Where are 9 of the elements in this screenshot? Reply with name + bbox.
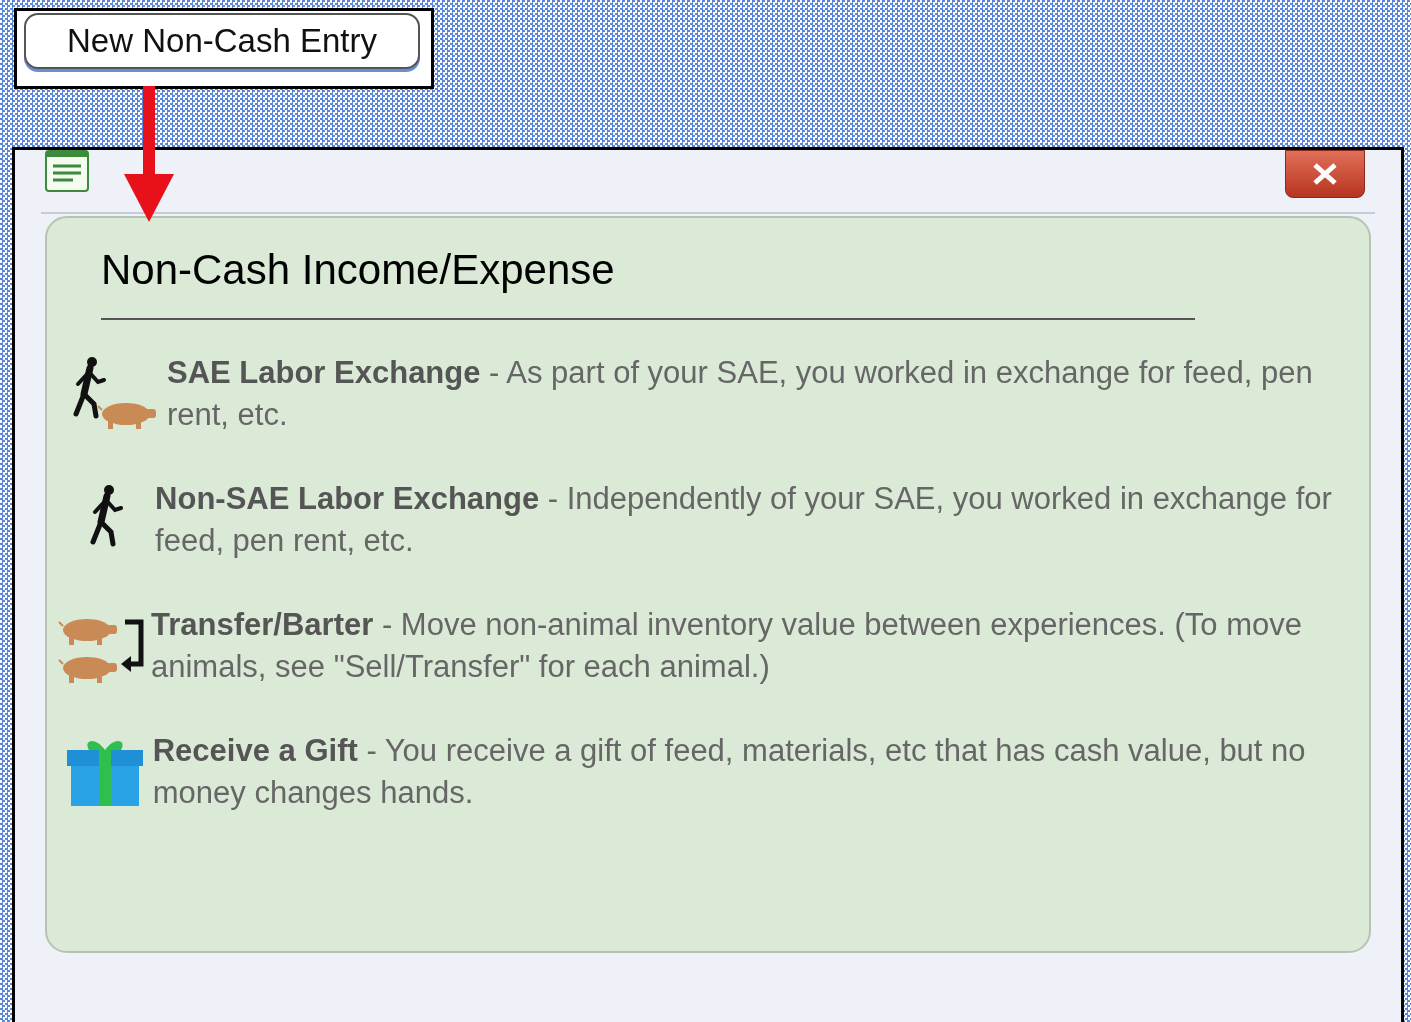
option-description[interactable]: Non-SAE Labor Exchange - Independently of your SAE, you worked in exchange for feed, pen rent, etc. xyxy=(155,478,1355,562)
document-icon xyxy=(45,150,89,192)
option-description[interactable]: Receive a Gift - You receive a gift of feed, materials, etc that has cash value, but no money changes hands. xyxy=(152,730,1355,814)
new-non-cash-entry-button[interactable]: New Non-Cash Entry xyxy=(24,13,420,69)
close-button[interactable] xyxy=(1285,150,1365,198)
option-description[interactable]: Transfer/Barter - Move non-animal inventory value between experiences. (To move animals, see "Sell/Transfer" for each animal.) xyxy=(151,604,1355,688)
option-description[interactable]: SAE Labor Exchange - As part of your SAE, you worked in exchange for feed, pen rent, etc. xyxy=(166,352,1355,436)
close-icon xyxy=(1312,162,1338,186)
panel-title: Non-Cash Income/Expense xyxy=(101,242,1195,320)
